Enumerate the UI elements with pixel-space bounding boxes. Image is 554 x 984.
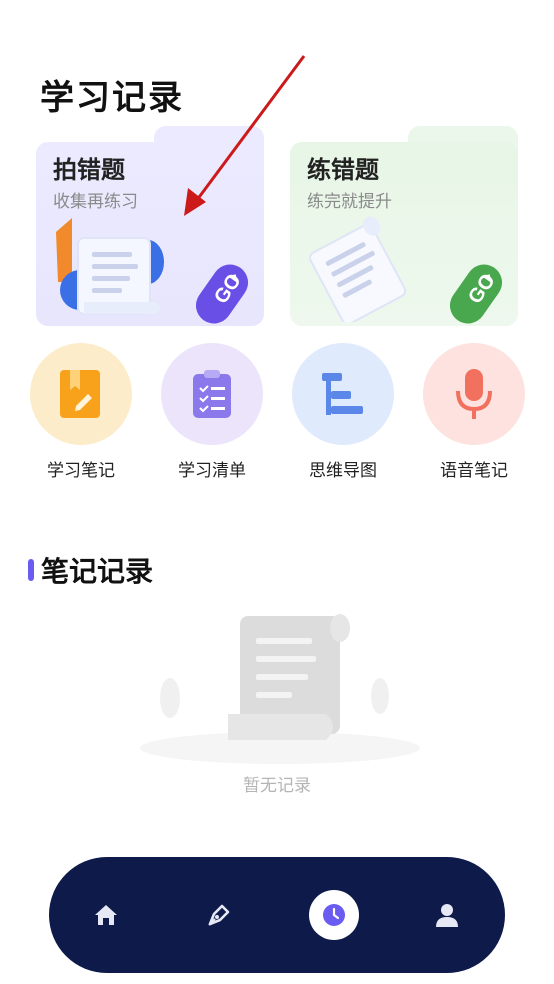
section-title: 笔记记录 bbox=[28, 550, 153, 590]
shortcut-label: 语音笔记 bbox=[440, 461, 508, 481]
paper-scroll-icon bbox=[309, 216, 407, 322]
bottom-nav bbox=[49, 857, 505, 973]
go-badge[interactable]: GO bbox=[446, 258, 506, 330]
go-badge[interactable]: GO bbox=[192, 258, 252, 330]
card-title: 练错题 bbox=[307, 156, 379, 184]
shortcut-circle bbox=[423, 343, 525, 445]
shortcut-study-checklist[interactable]: 学习清单 bbox=[160, 343, 264, 481]
nav-profile[interactable] bbox=[407, 857, 487, 973]
shortcut-label: 思维导图 bbox=[309, 461, 377, 481]
shortcut-circle bbox=[292, 343, 394, 445]
scroll-document-icon bbox=[56, 218, 164, 315]
nav-home[interactable] bbox=[66, 857, 146, 973]
shortcut-label: 学习笔记 bbox=[47, 461, 115, 481]
section-title-text: 笔记记录 bbox=[41, 555, 154, 588]
notebook-pen-icon bbox=[60, 370, 100, 418]
section-accent-bar bbox=[28, 559, 34, 581]
home-icon bbox=[95, 905, 117, 925]
shortcut-circle bbox=[30, 343, 132, 445]
empty-state-text: 暂无记录 bbox=[243, 776, 311, 796]
practice-wrong-questions-card[interactable]: 练错题 练完就提升 GO bbox=[290, 126, 518, 326]
shortcut-voice-notes[interactable]: 语音笔记 bbox=[422, 343, 526, 481]
nav-notes[interactable] bbox=[179, 857, 259, 973]
card-subtitle: 收集再练习 bbox=[53, 192, 138, 212]
card-subtitle: 练完就提升 bbox=[307, 192, 392, 212]
shortcut-circle bbox=[161, 343, 263, 445]
microphone-icon bbox=[456, 369, 492, 419]
user-icon bbox=[436, 904, 458, 927]
clock-icon bbox=[323, 904, 345, 926]
nav-records[interactable] bbox=[294, 857, 374, 973]
photo-wrong-questions-card[interactable]: 拍错题 收集再练习 GO bbox=[36, 126, 264, 326]
page-title: 学习记录 bbox=[40, 78, 184, 118]
mind-map-icon bbox=[322, 373, 363, 415]
shortcut-mind-map[interactable]: 思维导图 bbox=[291, 343, 395, 481]
shortcut-label: 学习清单 bbox=[178, 461, 246, 481]
clipboard-checklist-icon bbox=[193, 370, 231, 418]
shortcut-study-notes[interactable]: 学习笔记 bbox=[29, 343, 133, 481]
card-title: 拍错题 bbox=[53, 156, 125, 184]
active-nav-indicator bbox=[309, 890, 359, 940]
empty-scroll-icon bbox=[140, 614, 420, 764]
pen-nib-icon bbox=[208, 904, 230, 926]
